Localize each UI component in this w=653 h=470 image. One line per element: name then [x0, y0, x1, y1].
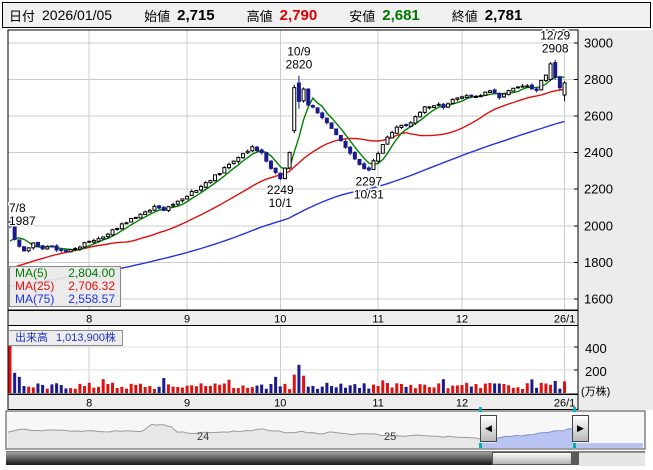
month-label: 8 [86, 314, 92, 326]
ma75-label: MA(75) [15, 292, 55, 306]
ma-legend: MA(5) 2,804.00 MA(25) 2,706.32 MA(75) 2,… [9, 266, 121, 307]
price-tick-label: 3000 [584, 35, 613, 50]
annotation-text: 10/31 [354, 187, 384, 201]
stock-chart-app: 日付 2026/01/05 始値 2,715 高値 2,790 安値 2,681… [0, 0, 653, 470]
ma75-legend-row: MA(75) 2,558.57 [10, 293, 120, 306]
selection-boundary-tick [479, 407, 482, 412]
high-label: 高値 [246, 8, 273, 24]
date-value: 2026/01/05 [42, 7, 113, 23]
selection-boundary-tick [573, 407, 576, 412]
scrollbar-thumb-edge [572, 452, 579, 465]
month-label: 10 [274, 398, 286, 410]
month-label: 10 [274, 314, 286, 326]
price-tick-label: 2000 [584, 218, 613, 233]
annotation-text: 2820 [286, 58, 313, 72]
ma75-value: 2,558.57 [68, 292, 115, 306]
month-label: 11 [372, 398, 383, 410]
annotation-text: 10/1 [269, 196, 293, 210]
price-tick-label: 2600 [584, 109, 613, 124]
volume-value: 1,013,900株 [56, 332, 116, 344]
overview-year-label-24: 24 [197, 431, 210, 443]
month-label: 11 [372, 314, 383, 326]
horizontal-scrollbar[interactable] [6, 451, 645, 466]
month-label: 26/1 [554, 314, 575, 326]
selection-boundary-tick [573, 443, 576, 448]
left-arrow-icon: ◀ [485, 423, 492, 433]
range-scroll-right-button[interactable]: ▶ [572, 415, 589, 442]
header-field-value: 2,715 [177, 6, 215, 24]
annotation-text: 2908 [542, 42, 569, 56]
open-label: 始値 [144, 8, 171, 24]
volume-label-box: 出来高 1,013,900株 [8, 330, 123, 346]
price-tick-label: 2400 [584, 145, 613, 160]
month-label: 9 [184, 314, 190, 326]
header-field-value: 2,790 [279, 6, 318, 24]
header-field-value: 2,781 [484, 6, 523, 24]
chart-canvas: 889910101111121226/126/13000280026002400… [5, 27, 653, 450]
selection-boundary-tick [479, 443, 482, 448]
annotation-text: 10/9 [287, 45, 311, 59]
price-tick-label: 2800 [584, 72, 613, 87]
ohlc-header: 日付 2026/01/05 始値 2,715 高値 2,790 安値 2,681… [2, 2, 651, 28]
volume-axis-tick-200: 200 [585, 364, 607, 379]
header-field-value: 2,681 [382, 6, 420, 24]
month-label: 12 [456, 314, 468, 326]
month-label: 9 [184, 398, 190, 410]
date-label: 日付 [9, 8, 36, 24]
annotation-text: 1987 [9, 214, 36, 228]
volume-axis-tick-400: 400 [585, 341, 607, 356]
low-label: 安値 [349, 8, 376, 24]
close-label: 終値 [451, 8, 478, 24]
annotation-text: 2297 [355, 174, 382, 188]
volume-label: 出来高 [15, 332, 48, 344]
month-label: 8 [86, 398, 92, 410]
selection-range-strip[interactable] [480, 443, 643, 448]
annotation-text: 12/29 [540, 29, 570, 43]
right-arrow-icon: ▶ [577, 423, 584, 433]
price-tick-label: 2200 [584, 182, 613, 197]
annotation-text: 7/8 [9, 201, 26, 215]
annotation-text: 2249 [267, 183, 294, 197]
scrollbar-track-right[interactable] [579, 452, 645, 466]
volume-axis-unit: (万株) [581, 386, 611, 398]
price-tick-label: 1800 [584, 255, 613, 270]
scrollbar-thumb[interactable] [492, 452, 572, 465]
month-label: 12 [456, 398, 468, 410]
range-scroll-left-button[interactable]: ◀ [480, 415, 497, 442]
overview-year-label-25: 25 [384, 431, 397, 443]
price-tick-label: 1600 [584, 292, 613, 307]
